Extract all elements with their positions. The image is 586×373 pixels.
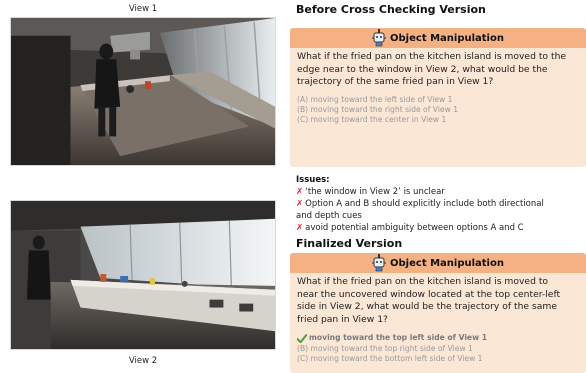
finalized-correct-option: moving toward the top left side of View … <box>296 333 579 344</box>
finalized-card-header: Object Manipulation <box>290 253 586 273</box>
finalized-options: moving toward the top left side of View … <box>290 326 586 364</box>
finalized-option-b: (B) moving toward the top right side of … <box>297 343 473 353</box>
finalized-question: What if the fried pan on the kitchen isl… <box>290 273 586 326</box>
x-mark-icon: ✗ <box>296 187 304 197</box>
finalized-heading: Finalized Version <box>296 237 403 250</box>
view2-photo <box>10 200 276 350</box>
issue-item-continued: and depth cues <box>296 211 586 223</box>
finalized-question-line: fried pan in View 1? <box>297 313 388 325</box>
view1-photo <box>10 17 276 166</box>
before-option-a: (A) moving toward the left side of View … <box>297 94 453 104</box>
finalized-category-title: Object Manipulation <box>390 257 504 269</box>
before-question-line: What if the fried pan on the kitchen isl… <box>297 51 567 62</box>
view1-caption: View 1 <box>128 4 158 14</box>
before-card: Object Manipulation What if the fried pa… <box>290 28 586 167</box>
before-question: What if the fried pan on the kitchen isl… <box>290 48 586 89</box>
issue-item: ✗ avoid potential ambiguity between optio… <box>296 223 586 235</box>
issue-text: ‘the window in View 2’ is unclear <box>305 187 445 197</box>
before-question-line: edge near to the window in View 2, what … <box>297 63 548 75</box>
before-options: (A) moving toward the left side of View … <box>290 89 586 126</box>
issues-title: Issues: <box>296 175 330 185</box>
before-heading: Before Cross Checking Version <box>296 3 486 16</box>
robot-arm-icon <box>372 29 387 47</box>
finalized-option-c: (C) moving toward the bottom left side o… <box>297 353 483 363</box>
issue-text: and depth cues <box>296 211 362 221</box>
before-card-header: Object Manipulation <box>290 28 586 48</box>
finalized-question-line: near the uncovered window located at the… <box>297 288 561 300</box>
view2-caption: View 2 <box>128 356 158 366</box>
check-mark-icon <box>296 333 308 344</box>
before-category-title: Object Manipulation <box>390 32 504 44</box>
before-question-line: trajectory of the same fried pan in View… <box>297 76 494 88</box>
before-option-b: (B) moving toward the right side of View… <box>297 104 459 114</box>
finalized-correct-option-text: moving toward the top left side of View … <box>309 333 488 343</box>
x-mark-icon: ✗ <box>296 223 304 233</box>
finalized-question-line: What if the fried pan on the kitchen isl… <box>297 276 549 287</box>
robot-arm-icon <box>372 254 387 272</box>
issue-text: Option A and B should explicitly include… <box>305 199 544 209</box>
issue-item: ✗ ‘the window in View 2’ is unclear <box>296 187 586 199</box>
issue-text: avoid potential ambiguity between option… <box>305 223 524 233</box>
x-mark-icon: ✗ <box>296 199 304 209</box>
finalized-card: Object Manipulation What if the fried pa… <box>290 253 586 373</box>
before-option-c: (C) moving toward the center in View 1 <box>297 115 447 125</box>
finalized-question-line: side in View 2, what would be the trajec… <box>297 301 558 313</box>
issue-item: ✗ Option A and B should explicitly includ… <box>296 199 586 211</box>
